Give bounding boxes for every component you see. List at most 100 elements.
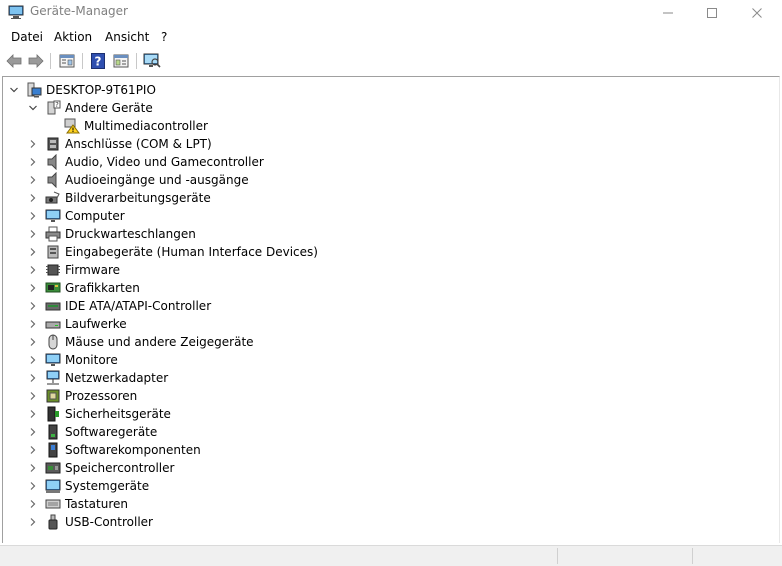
tree-node-label: Anschlüsse (COM & LPT) [65,137,212,151]
chevron-right-icon[interactable] [28,247,38,257]
forward-button[interactable] [26,52,46,70]
computer-icon [27,82,42,98]
toolbar-separator [82,53,83,69]
tree-node-label: Grafikkarten [65,281,140,295]
chevron-right-icon[interactable] [28,211,38,221]
tree-category-node[interactable]: Firmware [3,261,763,279]
tree-category-node[interactable]: Laufwerke [3,315,763,333]
chevron-right-icon[interactable] [28,463,38,473]
chevron-right-icon[interactable] [28,391,38,401]
tree-node-label: USB-Controller [65,515,153,529]
chevron-right-icon[interactable] [28,481,38,491]
keyboard-icon [45,499,61,509]
menu-ansicht[interactable]: Ansicht [105,30,149,44]
chevron-right-icon[interactable] [28,175,38,185]
menu-bar: Datei Aktion Ansicht ? [0,27,782,48]
chevron-right-icon[interactable] [28,445,38,455]
tree-category-node[interactable]: Netzwerkadapter [3,369,763,387]
speaker-icon [47,154,57,170]
tree-category-node[interactable]: Softwarekomponenten [3,441,763,459]
chevron-right-icon[interactable] [28,193,38,203]
help-button[interactable]: ? [88,52,108,70]
tree-node-label: Multimediacontroller [84,119,208,133]
chevron-right-icon[interactable] [28,337,38,347]
tree-node-label: Eingabegeräte (Human Interface Devices) [65,245,318,259]
svg-text:?: ? [55,101,59,109]
tree-category-node[interactable]: USB-Controller [3,513,763,531]
tree-category-node[interactable]: Speichercontroller [3,459,763,477]
monitor-icon [45,209,61,222]
properties-button[interactable] [57,52,77,70]
chevron-right-icon[interactable] [28,301,38,311]
chevron-right-icon[interactable] [28,157,38,167]
chevron-right-icon[interactable] [28,427,38,437]
security-device-icon [47,406,59,422]
tree-category-node[interactable]: Tastaturen [3,495,763,513]
menu-aktion[interactable]: Aktion [54,30,92,44]
tree-node-label: Audio, Video und Gamecontroller [65,155,264,169]
back-button[interactable] [4,52,24,70]
tree-category-node[interactable]: Sicherheitsgeräte [3,405,763,423]
tree-category-node[interactable]: Eingabegeräte (Human Interface Devices) [3,243,763,261]
chevron-right-icon[interactable] [28,283,38,293]
close-button[interactable] [734,0,780,25]
update-driver-button[interactable] [111,52,131,70]
tree-category-node[interactable]: Audioeingänge und -ausgänge [3,171,763,189]
toolbar-separator [50,53,51,69]
chevron-down-icon[interactable] [9,85,19,95]
tree-category-node[interactable]: Druckwarteschlangen [3,225,763,243]
tree-category-node[interactable]: Computer [3,207,763,225]
mouse-icon [48,334,58,350]
tree-node-label: Sicherheitsgeräte [65,407,171,421]
minimize-icon [663,12,673,13]
display-adapter-icon [45,282,61,293]
minimize-button[interactable] [645,0,691,25]
tree-node-label: Mäuse und andere Zeigegeräte [65,335,254,349]
menu-help[interactable]: ? [161,30,167,44]
tree-node-label: Speichercontroller [65,461,175,475]
tree-category-node[interactable]: Audio, Video und Gamecontroller [3,153,763,171]
close-icon [752,7,762,18]
tree-category-node[interactable]: Bildverarbeitungsgeräte [3,189,763,207]
chevron-right-icon[interactable] [28,229,38,239]
system-device-icon [45,479,61,493]
tree-category-node[interactable]: Prozessoren [3,387,763,405]
toolbar-separator [136,53,137,69]
chevron-right-icon[interactable] [28,265,38,275]
tree-category-node[interactable]: IDE ATA/ATAPI-Controller [3,297,763,315]
maximize-button[interactable] [689,0,735,25]
chevron-right-icon[interactable] [28,409,38,419]
chevron-right-icon[interactable] [28,355,38,365]
chevron-right-icon[interactable] [28,319,38,329]
tree-device-node[interactable]: Multimediacontroller [3,117,763,135]
tree-category-node[interactable]: Softwaregeräte [3,423,763,441]
hid-icon [47,245,59,259]
chevron-right-icon[interactable] [28,139,38,149]
chevron-right-icon[interactable] [28,499,38,509]
menu-datei[interactable]: Datei [11,30,43,44]
disk-drive-icon [45,321,61,329]
tree-root-node[interactable]: DESKTOP-9T61PIO [3,81,763,99]
tree-node-label: IDE ATA/ATAPI-Controller [65,299,212,313]
tree-node-label: Firmware [65,263,120,277]
tree-category-node[interactable]: Grafikkarten [3,279,763,297]
software-component-icon [48,442,58,458]
chevron-right-icon[interactable] [28,517,38,527]
tree-node-label: Prozessoren [65,389,138,403]
chevron-down-icon[interactable] [28,103,38,113]
tree-root-label: DESKTOP-9T61PIO [46,83,156,97]
chevron-right-icon[interactable] [28,373,38,383]
tree-node-label: Audioeingänge und -ausgänge [65,173,249,187]
processor-icon [46,389,60,403]
scan-hardware-button[interactable] [142,52,162,70]
status-bar [0,545,782,566]
tree-category-node[interactable]: Systemgeräte [3,477,763,495]
status-pane [692,548,693,564]
tree-node-label: Bildverarbeitungsgeräte [65,191,211,205]
tree-category-node[interactable]: Mäuse und andere Zeigegeräte [3,333,763,351]
usb-icon [48,514,58,530]
tree-category-node[interactable]: Anschlüsse (COM & LPT) [3,135,763,153]
unknown-device-icon: ? [47,100,61,115]
tree-category-node[interactable]: Monitore [3,351,763,369]
tree-category-node[interactable]: ? Andere Geräte [3,99,763,117]
